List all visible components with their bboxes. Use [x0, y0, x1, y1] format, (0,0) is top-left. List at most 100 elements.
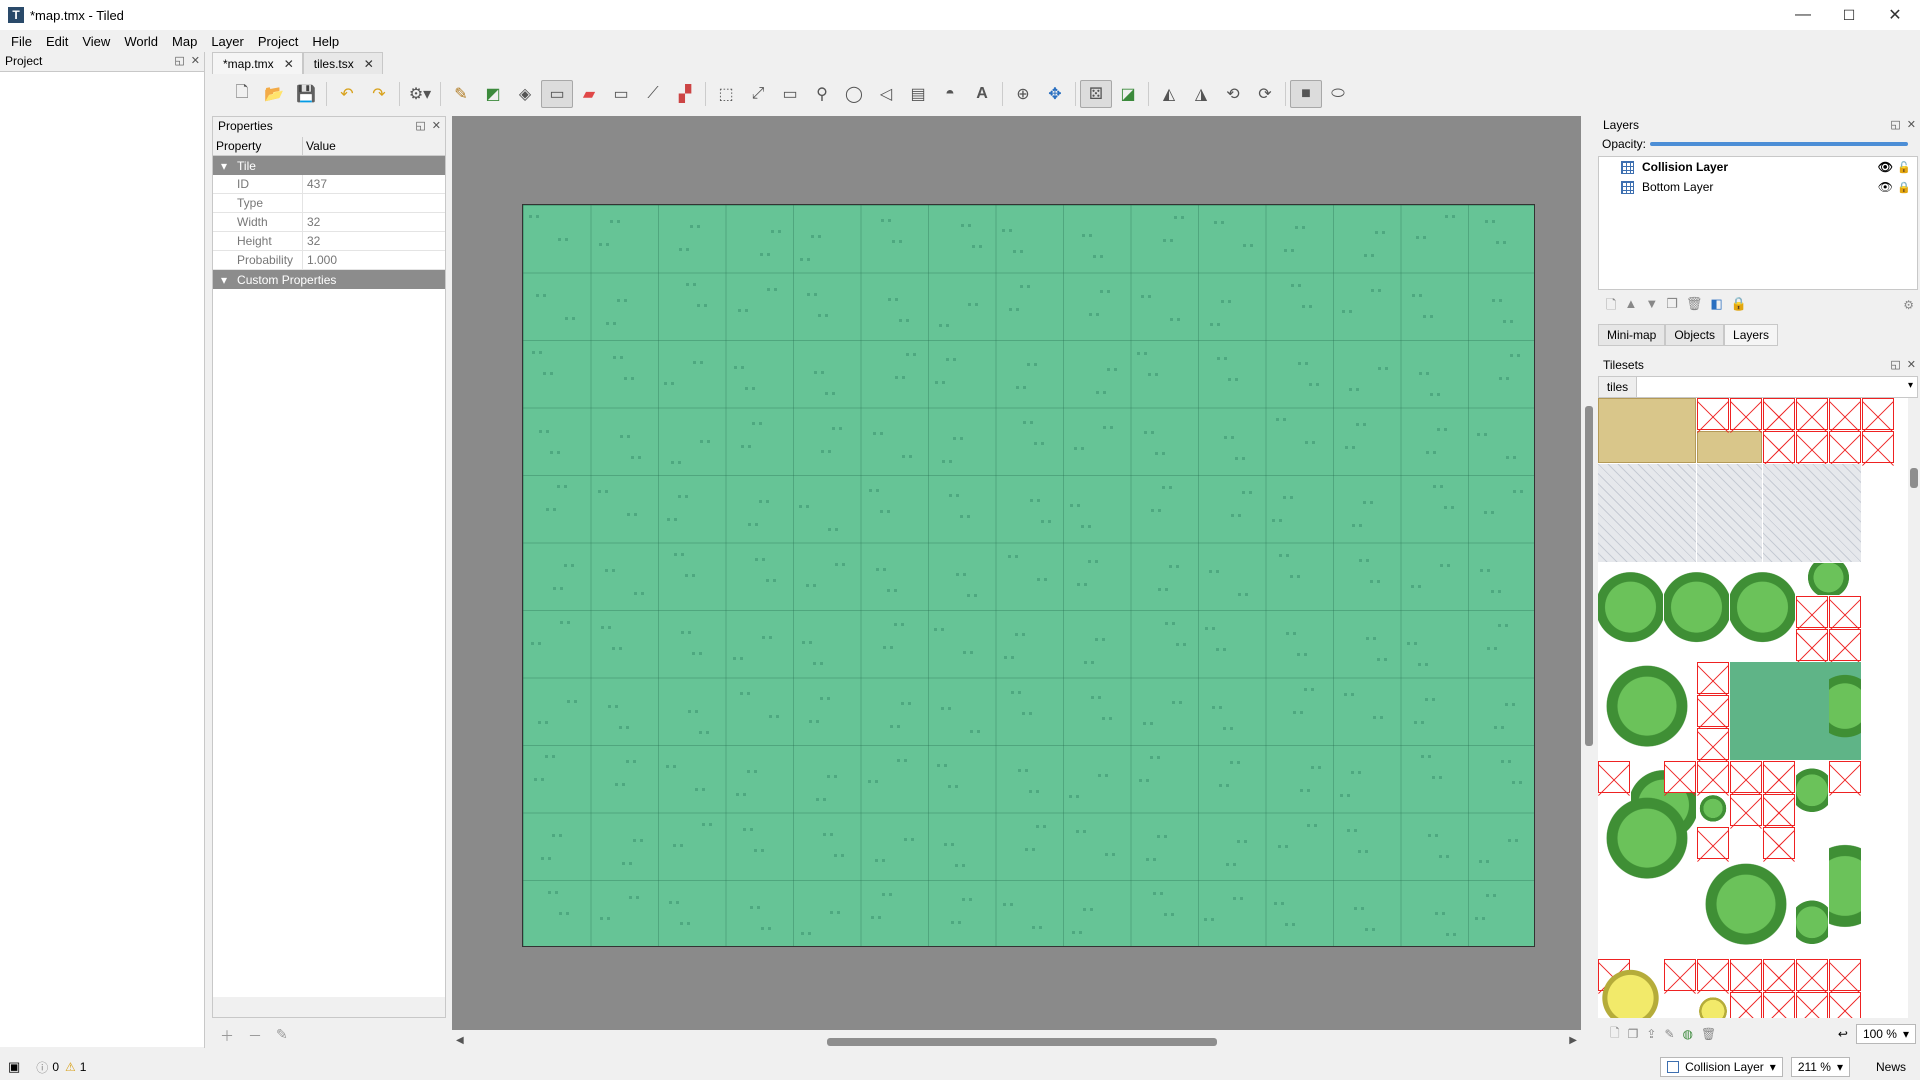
horizontal-scrollbar[interactable]: ◀ ▶: [452, 1030, 1581, 1054]
float-icon[interactable]: ◱: [415, 119, 425, 132]
lock-icon[interactable]: 🔒: [1897, 181, 1911, 194]
commands-icon[interactable]: ⚙▾: [404, 80, 436, 108]
menu-help[interactable]: Help: [305, 34, 346, 49]
tile[interactable]: [1730, 563, 1795, 661]
eraser-icon[interactable]: ▰: [573, 80, 605, 108]
empty-tile[interactable]: [1796, 431, 1828, 463]
tileset-menu-icon[interactable]: ▾: [1908, 380, 1913, 391]
float-icon[interactable]: ◱: [1890, 358, 1900, 371]
opacity-slider[interactable]: [1650, 142, 1908, 146]
ellipse-shape-icon[interactable]: ⬭: [1322, 80, 1354, 108]
layer-item-collision[interactable]: Collision Layer 👁 🔓: [1599, 157, 1917, 177]
tab-map-tmx[interactable]: *map.tmx ✕: [212, 52, 303, 74]
map-zoom-combo[interactable]: 211 % ▾: [1790, 1057, 1850, 1077]
tileset-zoom-combo[interactable]: 100 % ▾: [1855, 1024, 1916, 1044]
empty-tile[interactable]: [1763, 827, 1795, 859]
column-header-value[interactable]: Value: [303, 137, 336, 155]
vertical-scrollbar[interactable]: [1582, 116, 1596, 1032]
empty-tile[interactable]: [1829, 629, 1861, 661]
dynamic-wrapping-icon[interactable]: ◍: [1683, 1027, 1693, 1041]
scroll-left-icon[interactable]: ◀: [456, 1035, 464, 1046]
scroll-right-icon[interactable]: ▶: [1569, 1035, 1577, 1046]
property-row[interactable]: Width 32: [213, 213, 445, 232]
empty-tile[interactable]: [1730, 959, 1762, 991]
rotate-right-icon[interactable]: ⟳: [1249, 80, 1281, 108]
close-icon[interactable]: ✕: [1907, 118, 1916, 131]
tile[interactable]: [1796, 893, 1828, 958]
empty-tile[interactable]: [1598, 761, 1630, 793]
empty-tile[interactable]: [1697, 959, 1729, 991]
tab-minimap[interactable]: Mini-map: [1598, 324, 1666, 346]
tileset-tab-tiles[interactable]: tiles: [1599, 377, 1637, 397]
close-tab-icon[interactable]: ✕: [284, 57, 294, 71]
flip-horizontal-icon[interactable]: ◭: [1153, 80, 1185, 108]
insert-tile-icon[interactable]: ▤: [902, 80, 934, 108]
empty-tile[interactable]: [1697, 728, 1729, 760]
project-tree[interactable]: [0, 71, 204, 1047]
magic-wand-icon[interactable]: ⟋: [637, 80, 669, 108]
eye-icon[interactable]: 👁: [1878, 160, 1893, 174]
empty-tile[interactable]: [1829, 992, 1861, 1018]
tab-layers[interactable]: Layers: [1724, 324, 1779, 346]
new-tileset-icon[interactable]: 🗋: [1610, 1024, 1620, 1045]
empty-tile[interactable]: [1796, 398, 1828, 430]
property-row[interactable]: Type: [213, 194, 445, 213]
empty-tile[interactable]: [1796, 596, 1828, 628]
scrollbar-thumb[interactable]: [1910, 468, 1918, 488]
tile[interactable]: [1598, 959, 1663, 1018]
insert-polygon-icon[interactable]: ◁: [870, 80, 902, 108]
empty-tile[interactable]: [1697, 398, 1729, 430]
menu-map[interactable]: Map: [165, 34, 204, 49]
empty-tile[interactable]: [1862, 431, 1894, 463]
tile[interactable]: [1664, 563, 1729, 661]
delete-layer-icon[interactable]: 🗑: [1686, 296, 1703, 318]
shape-fill-icon[interactable]: ▭: [541, 80, 573, 108]
empty-tile[interactable]: [1697, 827, 1729, 859]
tile[interactable]: [1796, 563, 1861, 595]
empty-tile[interactable]: [1796, 992, 1828, 1018]
empty-tile[interactable]: [1829, 959, 1861, 991]
tab-tiles-tsx[interactable]: tiles.tsx ✕: [302, 52, 383, 74]
save-icon[interactable]: 💾: [290, 80, 322, 108]
menu-layer[interactable]: Layer: [204, 34, 251, 49]
column-header-property[interactable]: Property: [213, 137, 303, 155]
close-icon[interactable]: ✕: [191, 54, 200, 67]
duplicate-layer-icon[interactable]: ❐: [1666, 296, 1678, 318]
lower-layer-icon[interactable]: ▼: [1645, 296, 1658, 318]
empty-tile[interactable]: [1829, 398, 1861, 430]
wrap-icon[interactable]: ↩: [1838, 1027, 1848, 1041]
layer-item-bottom[interactable]: Bottom Layer 👁 🔒: [1599, 177, 1917, 197]
insert-text-icon[interactable]: A: [966, 80, 998, 108]
empty-tile[interactable]: [1763, 761, 1795, 793]
export-tileset-icon[interactable]: ⇪: [1646, 1027, 1656, 1041]
tile[interactable]: [1697, 992, 1729, 1018]
tile[interactable]: [1697, 794, 1729, 826]
world-tool-icon[interactable]: ⊕: [1007, 80, 1039, 108]
undo-icon[interactable]: ↶: [331, 80, 363, 108]
delete-tileset-icon[interactable]: 🗑: [1701, 1027, 1716, 1041]
empty-tile[interactable]: [1664, 959, 1696, 991]
open-file-icon[interactable]: 📂: [258, 80, 290, 108]
raise-layer-icon[interactable]: ▲: [1624, 296, 1637, 318]
unlock-icon[interactable]: 🔓: [1897, 161, 1911, 174]
close-icon[interactable]: ✕: [1907, 358, 1916, 371]
menu-file[interactable]: File: [4, 34, 39, 49]
bucket-fill-icon[interactable]: ◈: [509, 80, 541, 108]
select-objects-icon[interactable]: ⬚: [710, 80, 742, 108]
tile[interactable]: [1796, 761, 1828, 826]
map-canvas[interactable]: [452, 116, 1581, 1030]
empty-tile[interactable]: [1730, 398, 1762, 430]
rectangle-shape-icon[interactable]: ■: [1290, 80, 1322, 108]
redo-icon[interactable]: ↷: [363, 80, 395, 108]
insert-ellipse-icon[interactable]: ◯: [838, 80, 870, 108]
edit-tileset-icon[interactable]: ✎: [1664, 1027, 1674, 1041]
empty-tile[interactable]: [1796, 959, 1828, 991]
empty-tile[interactable]: [1763, 398, 1795, 430]
lock-layer-icon[interactable]: 🔒: [1731, 296, 1747, 318]
tile[interactable]: [1829, 662, 1861, 760]
tile[interactable]: [1763, 464, 1861, 562]
property-row[interactable]: Probability 1.000: [213, 251, 445, 270]
settings-icon[interactable]: ⚙: [1903, 298, 1914, 312]
empty-tile[interactable]: [1763, 992, 1795, 1018]
empty-tile[interactable]: [1697, 695, 1729, 727]
